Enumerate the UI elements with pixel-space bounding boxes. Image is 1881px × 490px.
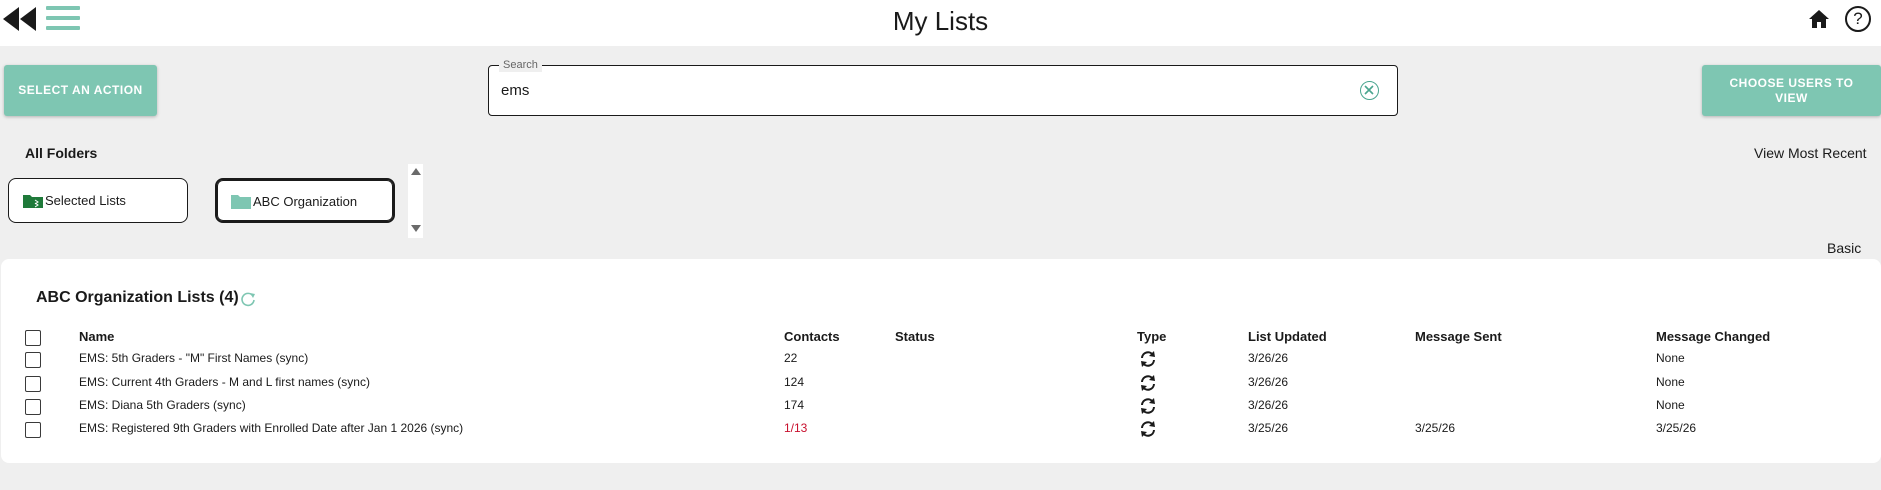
rewind-icon[interactable] [3, 7, 37, 31]
scroll-down-icon[interactable] [411, 225, 421, 232]
search-field: Search [488, 58, 1398, 116]
top-bar: My Lists ? [0, 0, 1881, 46]
row-checkbox[interactable] [25, 376, 41, 392]
column-header-contacts[interactable]: Contacts [784, 329, 840, 345]
choose-users-button[interactable]: CHOOSE USERS TO VIEW [1702, 65, 1881, 116]
list-contacts: 174 [784, 398, 805, 412]
folder-abc-organization[interactable]: ABC Organization [215, 178, 395, 223]
list-name[interactable]: EMS: Registered 9th Graders with Enrolle… [79, 421, 463, 436]
refresh-icon[interactable] [240, 291, 256, 307]
list-updated: 3/25/26 [1248, 421, 1289, 435]
scroll-up-icon[interactable] [411, 168, 421, 175]
view-most-recent-link[interactable]: View Most Recent [1754, 145, 1867, 161]
home-icon[interactable] [1809, 9, 1829, 29]
list-contacts: 124 [784, 375, 805, 389]
panel-title: ABC Organization Lists (4) [36, 289, 239, 306]
row-checkbox[interactable] [25, 399, 41, 415]
message-changed: None [1656, 351, 1685, 365]
list-updated: 3/26/26 [1248, 351, 1289, 365]
column-header-message-sent[interactable]: Message Sent [1415, 329, 1502, 345]
sync-icon [1141, 421, 1155, 437]
search-input[interactable] [501, 78, 1341, 102]
sync-icon [1141, 398, 1155, 414]
clear-search-icon[interactable] [1360, 81, 1379, 100]
folder-scrollbar[interactable] [408, 164, 423, 238]
list-name[interactable]: EMS: Current 4th Graders - M and L first… [79, 375, 370, 390]
folder-list-icon [23, 195, 43, 208]
all-folders-label: All Folders [25, 145, 98, 161]
folder-icon [231, 195, 251, 209]
search-legend: Search [499, 58, 542, 72]
row-checkbox[interactable] [25, 352, 41, 368]
message-sent: 3/25/26 [1415, 421, 1456, 435]
message-changed: None [1656, 375, 1685, 389]
list-contacts: 22 [784, 351, 798, 365]
row-checkbox[interactable] [25, 422, 41, 438]
folder-selected-lists[interactable]: Selected Lists [8, 178, 188, 223]
message-changed: 3/25/26 [1656, 421, 1697, 435]
column-header-list-updated[interactable]: List Updated [1248, 329, 1327, 345]
list-contacts: 1/13 [784, 421, 808, 435]
column-header-name[interactable]: Name [79, 329, 114, 345]
column-header-type[interactable]: Type [1137, 329, 1166, 345]
select-action-button[interactable]: SELECT AN ACTION [4, 65, 157, 116]
help-icon[interactable]: ? [1845, 6, 1871, 32]
view-mode-toggle[interactable]: Basic [1827, 240, 1861, 256]
hamburger-menu-icon[interactable] [46, 4, 80, 32]
sync-icon [1141, 351, 1155, 367]
page-title: My Lists [892, 6, 989, 36]
folder-label: ABC Organization [253, 194, 358, 209]
list-updated: 3/26/26 [1248, 375, 1289, 389]
column-header-status[interactable]: Status [895, 329, 935, 345]
folder-label: Selected Lists [45, 193, 126, 208]
list-name[interactable]: EMS: 5th Graders - "M" First Names (sync… [79, 351, 308, 366]
select-all-checkbox[interactable] [25, 330, 41, 346]
column-header-message-changed[interactable]: Message Changed [1656, 329, 1770, 345]
list-name[interactable]: EMS: Diana 5th Graders (sync) [79, 398, 246, 413]
list-updated: 3/26/26 [1248, 398, 1289, 412]
lists-panel: ABC Organization Lists (4) Name Contacts… [1, 259, 1881, 463]
sync-icon [1141, 375, 1155, 391]
message-changed: None [1656, 398, 1685, 412]
